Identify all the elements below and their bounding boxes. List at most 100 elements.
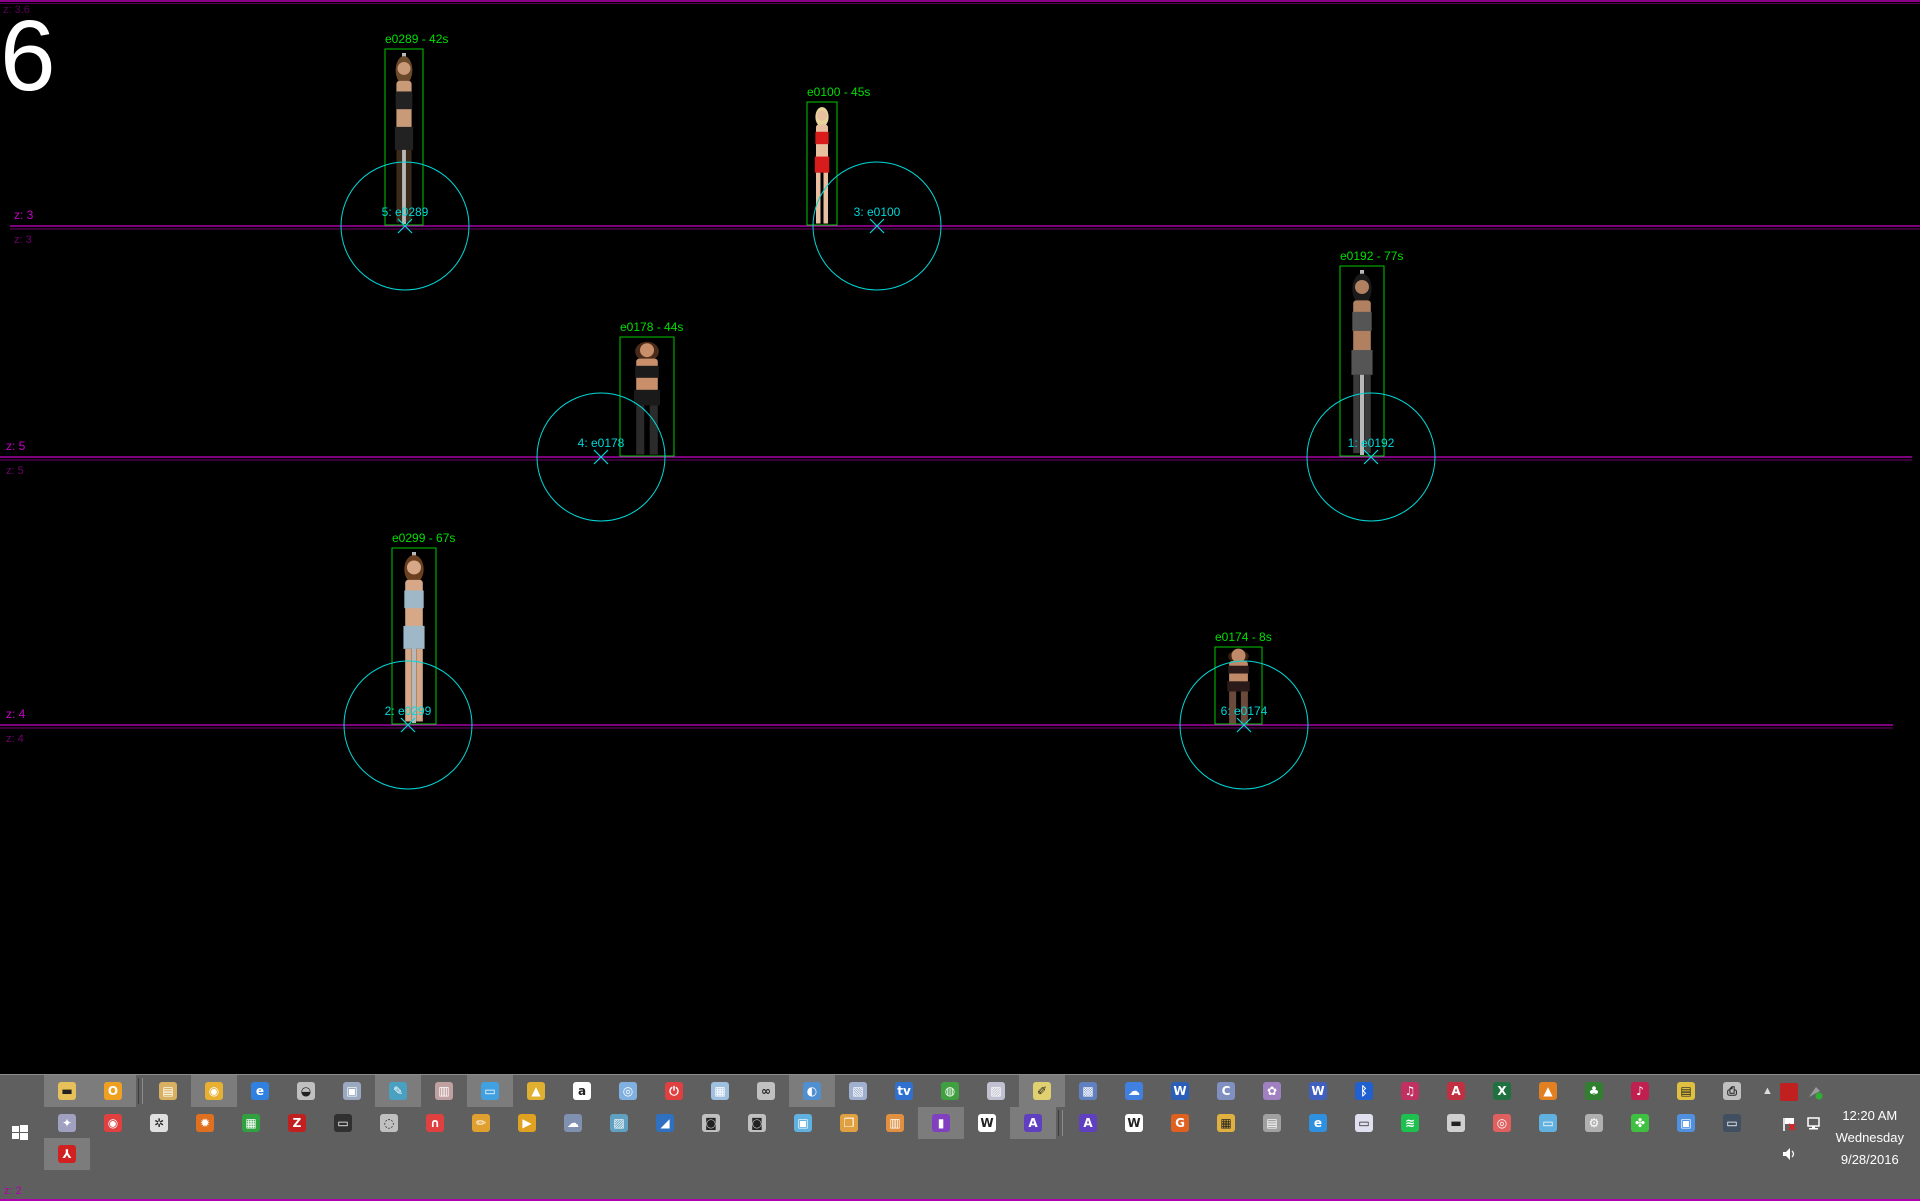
taskbar-button-edge[interactable]: e (1295, 1107, 1341, 1139)
taskbar-button-paint[interactable]: ✿ (1249, 1075, 1295, 1107)
taskbar-button-photos[interactable]: ▨ (596, 1107, 642, 1139)
tool-tray-icon[interactable] (1806, 1083, 1824, 1101)
taskbar-button-power[interactable]: ⏻ (651, 1075, 697, 1107)
taskbar-button-copy[interactable]: ❐ (826, 1107, 872, 1139)
taskbar-button-tv[interactable]: tv (881, 1075, 927, 1107)
taskbar-button-lock[interactable]: ▲ (513, 1075, 559, 1107)
taskbar-button-a-circle2[interactable]: A (1065, 1107, 1111, 1139)
taskbar-button-tool[interactable]: ✎ (375, 1075, 421, 1107)
dancer-tag: e0178 - 44s (620, 320, 683, 334)
network-icon: ▣ (343, 1082, 361, 1100)
taskbar-button-leaf[interactable]: ✤ (1617, 1107, 1663, 1139)
photos-icon: ▨ (610, 1114, 628, 1132)
taskbar-button-fin[interactable]: ◢ (642, 1107, 688, 1139)
taskbar-button-g[interactable]: G (1157, 1107, 1203, 1139)
edge-icon: e (1309, 1114, 1327, 1132)
flag-tray-icon[interactable] (1780, 1115, 1798, 1133)
taskbar-button-tree[interactable]: ♣ (1571, 1075, 1617, 1107)
chrome-icon: ◉ (205, 1082, 223, 1100)
taskbar-button-excel[interactable]: X (1479, 1075, 1525, 1107)
dancer-top (635, 365, 659, 378)
volume-tray-icon[interactable] (1780, 1145, 1798, 1163)
taskbar-button-bus[interactable]: ▣ (780, 1107, 826, 1139)
taskbar-button-robot[interactable]: ▣ (1663, 1107, 1709, 1139)
network-tray-icon[interactable] (1806, 1115, 1824, 1133)
taskbar-button-spotify[interactable]: ≋ (1387, 1107, 1433, 1139)
lock-icon: ▲ (527, 1082, 545, 1100)
taskbar-button-drive[interactable]: ▬ (1433, 1107, 1479, 1139)
vivaldi-tray-icon[interactable] (1780, 1083, 1798, 1101)
taskbar-button-folder[interactable]: ▤ (145, 1075, 191, 1107)
taskbar-button-chrome2[interactable]: ◉ (90, 1107, 136, 1139)
taskbar-button-contacts[interactable]: ▩ (1065, 1075, 1111, 1107)
taskbar-button-internet-explorer[interactable]: e (237, 1075, 283, 1107)
taskbar-button-game[interactable]: ✹ (182, 1107, 228, 1139)
taskbar-button-editor[interactable]: ▧ (835, 1075, 881, 1107)
taskbar-button-camera[interactable]: ◙ (688, 1107, 734, 1139)
taskbar-button-camera2[interactable]: ◙ (734, 1107, 780, 1139)
taskbar-button-window[interactable]: ▭ (1341, 1107, 1387, 1139)
taskbar-button-tools[interactable]: ✦ (44, 1107, 90, 1139)
taskbar-button-app[interactable]: ◒ (283, 1075, 329, 1107)
taskbar-button-file-explorer[interactable]: ▬ (44, 1075, 90, 1107)
taskbar-button-cloud2[interactable]: ☁ (550, 1107, 596, 1139)
taskbar-button-acrobat[interactable]: ⅄ (44, 1138, 90, 1170)
taskbar-button-c-app[interactable]: C (1203, 1075, 1249, 1107)
taskbar-button-amazon[interactable]: a (559, 1075, 605, 1107)
taskbar-button-terminal[interactable]: ▭ (320, 1107, 366, 1139)
taskbar-button-monitor[interactable]: ▭ (1525, 1107, 1571, 1139)
taskbar-button-pencil[interactable]: ✏ (458, 1107, 504, 1139)
dancer-head (1231, 648, 1246, 663)
taskbar-button-calculator[interactable]: ▦ (697, 1075, 743, 1107)
amazon-icon: a (573, 1082, 591, 1100)
taskbar-button-document[interactable]: ▥ (421, 1075, 467, 1107)
taskbar-button-magnet[interactable]: ∩ (412, 1107, 458, 1139)
taskbar-button-chrome[interactable]: ◉ (191, 1075, 237, 1107)
magnet-icon: ∩ (426, 1114, 444, 1132)
taskbar-button-access[interactable]: A (1433, 1075, 1479, 1107)
taskbar-button-terminal2[interactable]: ▭ (1709, 1107, 1755, 1139)
taskbar-button-bars[interactable]: ▥ (872, 1107, 918, 1139)
tray-overflow-icon[interactable]: ▲ (1762, 1085, 1773, 1097)
taskbar-button-sheet[interactable]: ▦ (228, 1107, 274, 1139)
dancer-marker-label: 2: e0299 (385, 704, 432, 718)
dancer-bottom (1351, 350, 1373, 375)
taskbar-button-lens[interactable]: ◎ (1479, 1107, 1525, 1139)
taskbar-button-a-circle[interactable]: A (1010, 1107, 1056, 1139)
taskbar-button-disc[interactable]: ◌ (366, 1107, 412, 1139)
taskbar-button-keyboard[interactable]: ▤ (1249, 1107, 1295, 1139)
taskbar-button-wiki[interactable]: W (964, 1107, 1010, 1139)
dancer-2: e0100 - 45s 3: e0100 (806, 85, 942, 291)
taskbar-button-notes[interactable]: ✐ (1019, 1075, 1065, 1107)
taskbar-button-outlook[interactable]: O (90, 1075, 136, 1107)
taskbar-button-music[interactable]: ♫ (1387, 1075, 1433, 1107)
taskbar-button-network[interactable]: ▣ (329, 1075, 375, 1107)
taskbar-button-glasses[interactable]: ∞ (743, 1075, 789, 1107)
windows-start-button[interactable] (6, 1118, 34, 1146)
taskbar-button-printer[interactable]: ⎙ (1709, 1075, 1755, 1107)
taskbar-button-remote-desktop[interactable]: ▭ (467, 1075, 513, 1107)
taskbar-button-calendar[interactable]: ▨ (973, 1075, 1019, 1107)
taskbar-button-player[interactable]: ▶ (504, 1107, 550, 1139)
taskbar-button-purple-app[interactable]: ▮ (918, 1107, 964, 1139)
taskbar-button-filezilla[interactable]: Z (274, 1107, 320, 1139)
taskbar-button-w-app[interactable]: W (1295, 1075, 1341, 1107)
taskbar-button-folder2[interactable]: ▤ (1663, 1075, 1709, 1107)
taskbar-button-wiki2[interactable]: W (1111, 1107, 1157, 1139)
taskbar-button-settings[interactable]: ◎ (605, 1075, 651, 1107)
taskbar-button-media[interactable]: ◐ (789, 1075, 835, 1107)
robot-icon: ▣ (1677, 1114, 1695, 1132)
aperture-icon: ✲ (150, 1114, 168, 1132)
taskbar-button-word[interactable]: W (1157, 1075, 1203, 1107)
taskbar-button-bluetooth[interactable]: ᛒ (1341, 1075, 1387, 1107)
taskbar-button-music2[interactable]: ♪ (1617, 1075, 1663, 1107)
taskbar-button-cloud[interactable]: ☁ (1111, 1075, 1157, 1107)
taskbar-button-globe[interactable]: ◍ (927, 1075, 973, 1107)
taskbar-button-vlc[interactable]: ▲ (1525, 1075, 1571, 1107)
power-icon: ⏻ (665, 1082, 683, 1100)
folder2-icon: ▤ (1677, 1082, 1695, 1100)
taskbar-button-gear[interactable]: ⚙ (1571, 1107, 1617, 1139)
taskbar-clock[interactable]: 12:20 AM Wednesday 9/28/2016 (1836, 1105, 1904, 1171)
taskbar-button-tiles[interactable]: ▦ (1203, 1107, 1249, 1139)
taskbar-button-aperture[interactable]: ✲ (136, 1107, 182, 1139)
